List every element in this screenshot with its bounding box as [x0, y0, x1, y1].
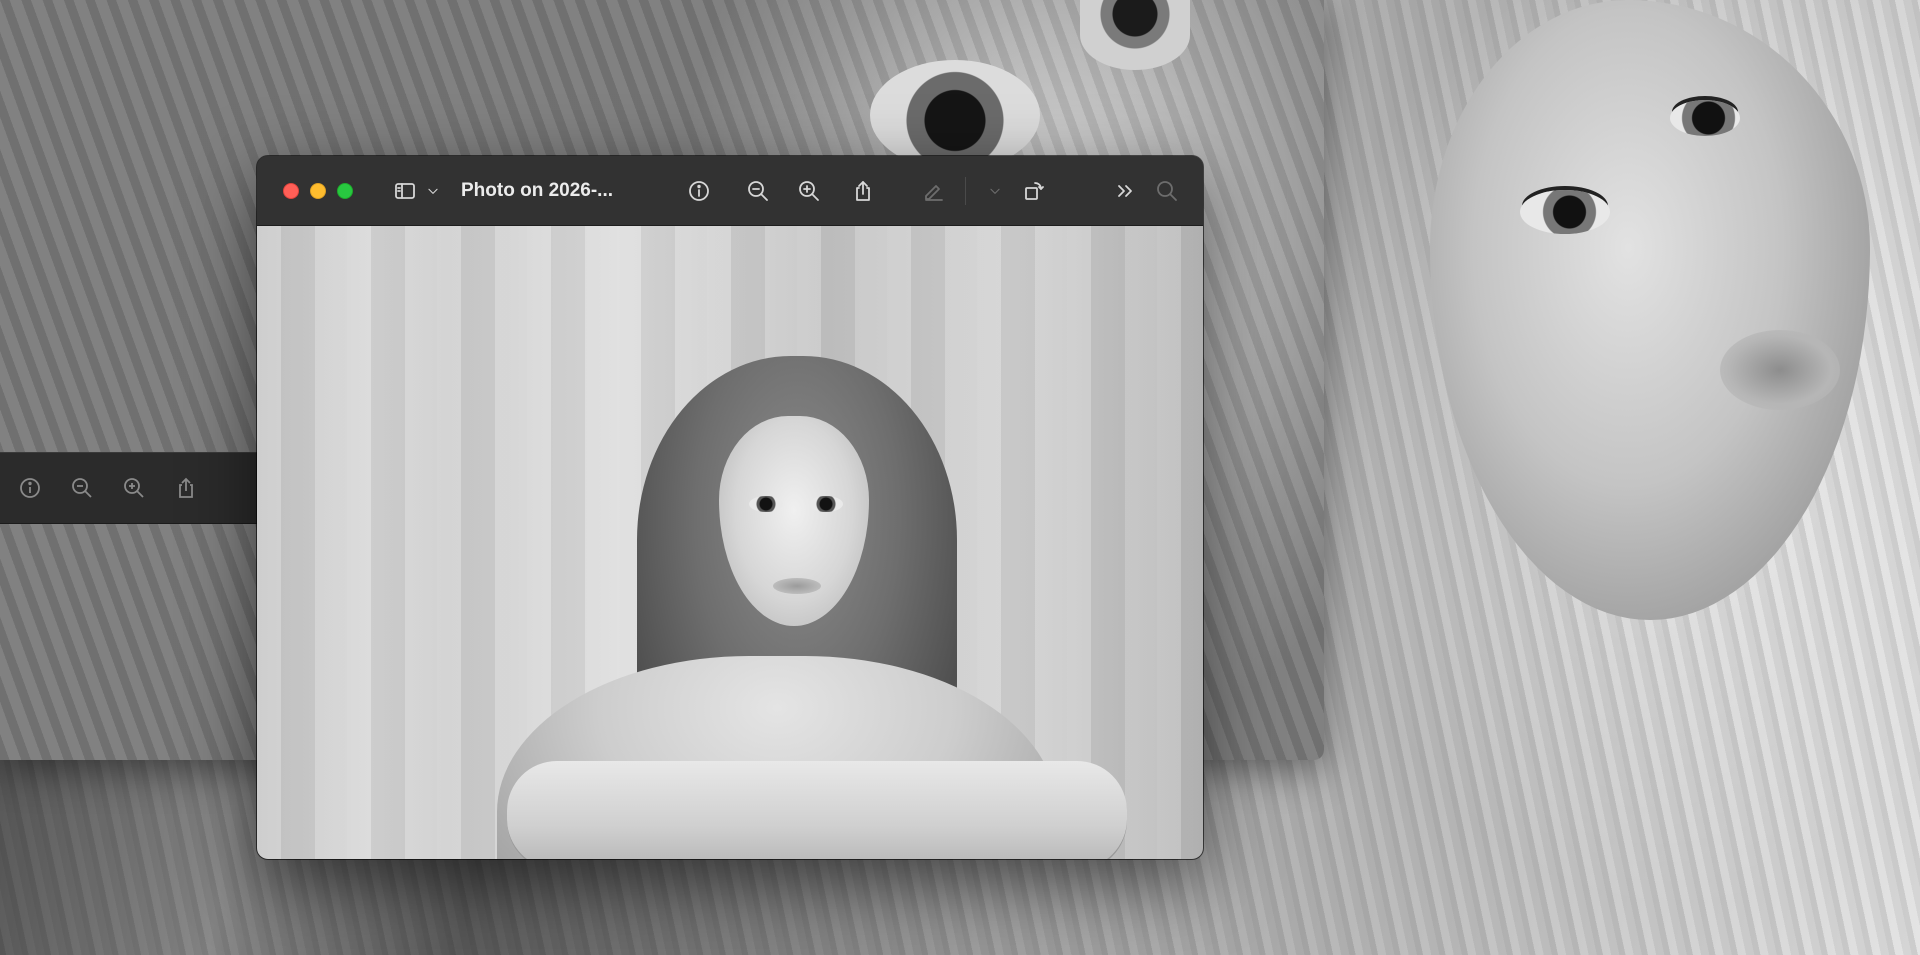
back-window-toolbar: [0, 452, 270, 524]
rotate-icon: [1025, 182, 1044, 200]
rotate-button[interactable]: [1016, 173, 1052, 209]
markup-button[interactable]: [916, 173, 952, 209]
info-icon: [689, 181, 709, 201]
minimize-button[interactable]: [310, 183, 326, 199]
background-eye-left: [1520, 190, 1610, 234]
back-zoom-out-button[interactable]: [66, 472, 98, 504]
chevron-down-icon: [990, 188, 1000, 194]
chevron-down-icon: [428, 188, 438, 194]
maximize-button[interactable]: [337, 183, 353, 199]
photo-subject-arms: [507, 761, 1127, 859]
markup-pencil-icon: [925, 185, 943, 201]
preview-window[interactable]: Photo on 2026-...: [257, 156, 1203, 859]
zoom-in-button[interactable]: [791, 173, 827, 209]
window-toolbar: Photo on 2026-...: [257, 156, 1203, 226]
more-chevrons-icon: [1118, 185, 1132, 197]
share-icon: [856, 181, 870, 201]
back-share-button[interactable]: [170, 472, 202, 504]
photo-subject-eye-left: [749, 496, 783, 512]
more-toolbar-button[interactable]: [1107, 173, 1143, 209]
background-eye-right: [1670, 100, 1740, 136]
zoom-in-icon: [124, 478, 144, 498]
zoom-out-icon: [72, 478, 92, 498]
sidebar-options-button[interactable]: [415, 173, 451, 209]
zoom-out-button[interactable]: [740, 173, 776, 209]
share-icon: [179, 477, 193, 498]
background-window-eye-top: [1080, 0, 1190, 70]
info-button[interactable]: [681, 173, 717, 209]
back-info-button[interactable]: [14, 472, 46, 504]
window-title: Photo on 2026-...: [461, 180, 614, 201]
close-button[interactable]: [283, 183, 299, 199]
info-icon: [20, 478, 40, 498]
search-icon: [1157, 181, 1177, 201]
share-button[interactable]: [845, 173, 881, 209]
background-window-eye: [870, 60, 1040, 170]
sidebar-icon: [395, 183, 415, 199]
photo-subject-eye-right: [809, 496, 843, 512]
markup-options-button[interactable]: [977, 173, 1013, 209]
photo-subject-lips: [773, 578, 821, 594]
search-button[interactable]: [1149, 173, 1185, 209]
toolbar-divider: [965, 177, 966, 205]
photo-canvas[interactable]: [257, 226, 1203, 859]
desktop: Photo on 2026-...: [0, 0, 1920, 955]
background-lips: [1720, 330, 1840, 410]
back-zoom-in-button[interactable]: [118, 472, 150, 504]
zoom-out-icon: [748, 181, 768, 201]
zoom-in-icon: [799, 181, 819, 201]
